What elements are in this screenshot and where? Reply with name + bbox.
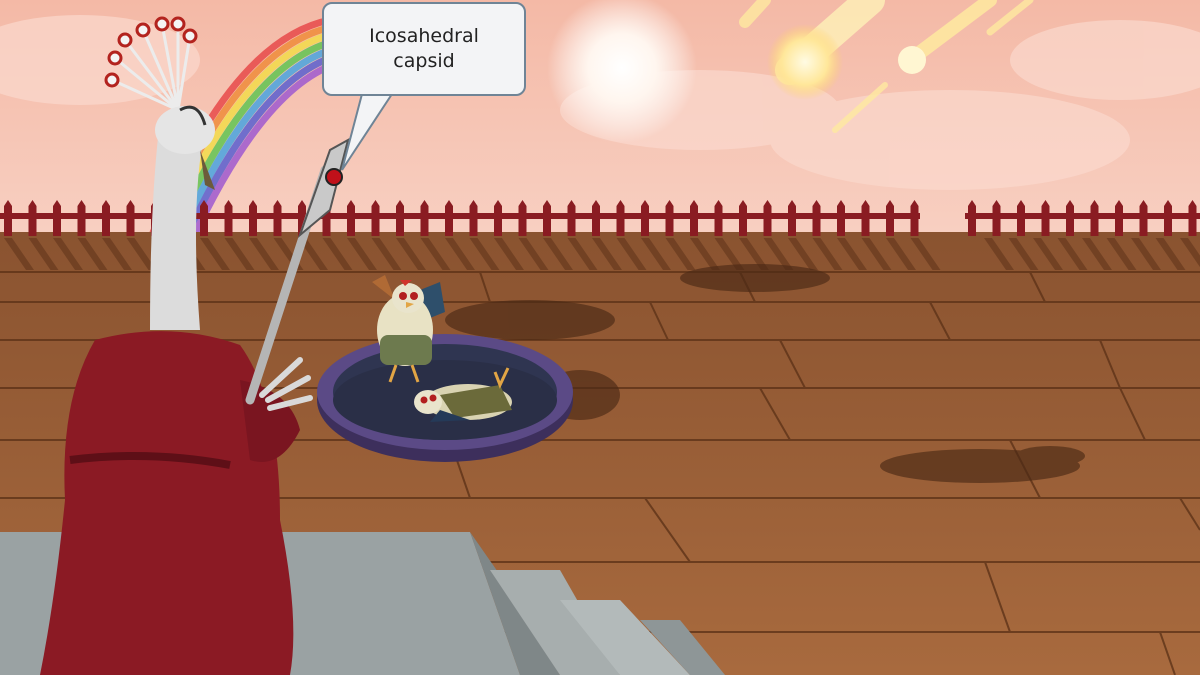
fence-picket	[992, 200, 1001, 236]
fence-picket	[371, 200, 380, 236]
fence-picket	[126, 200, 135, 236]
fence-picket	[968, 200, 976, 236]
speech-bubble: Icosahedral capsid	[322, 2, 526, 96]
fence-picket	[273, 200, 282, 236]
fence-picket	[518, 200, 527, 236]
fence-picket	[200, 200, 208, 236]
fence-picket	[1041, 200, 1050, 236]
fence-picket	[616, 200, 625, 236]
fence-picket	[886, 200, 894, 236]
fence-picket	[714, 200, 723, 236]
game-scene: Icosahedral capsid	[0, 0, 1200, 675]
fence-picket	[763, 200, 772, 236]
fence-picket	[1115, 200, 1123, 236]
scene-artwork	[0, 0, 1200, 675]
fence-picket	[494, 200, 502, 236]
fence-picket	[1090, 200, 1099, 236]
fence-picket	[1139, 200, 1148, 236]
fence-picket	[224, 200, 233, 236]
fence-picket	[567, 200, 576, 236]
fence-picket	[4, 200, 12, 236]
fence-picket	[641, 200, 649, 236]
fence-picket	[53, 200, 61, 236]
fence-picket	[1188, 200, 1197, 236]
fence-picket	[28, 200, 37, 236]
fence-picket	[592, 200, 600, 236]
fence-picket	[77, 200, 86, 236]
fence-picket	[739, 200, 747, 236]
fence-picket	[445, 200, 453, 236]
fence-picket	[788, 200, 796, 236]
fence-picket	[837, 200, 845, 236]
fence-picket	[420, 200, 429, 236]
fence-picket	[690, 200, 698, 236]
fence-picket	[469, 200, 478, 236]
sun	[547, 0, 697, 143]
fence-picket	[543, 200, 551, 236]
fence-picket	[1164, 200, 1172, 236]
fence-picket	[1066, 200, 1074, 236]
fence-picket	[861, 200, 870, 236]
fence-picket	[1017, 200, 1025, 236]
fence-picket	[102, 200, 110, 236]
fence-picket	[665, 200, 674, 236]
speech-bubble-text: Icosahedral capsid	[369, 25, 479, 72]
fence-picket	[249, 200, 257, 236]
fence-picket	[396, 200, 404, 236]
fence-picket	[812, 200, 821, 236]
fence-picket	[347, 200, 355, 236]
fence-picket	[910, 200, 919, 236]
